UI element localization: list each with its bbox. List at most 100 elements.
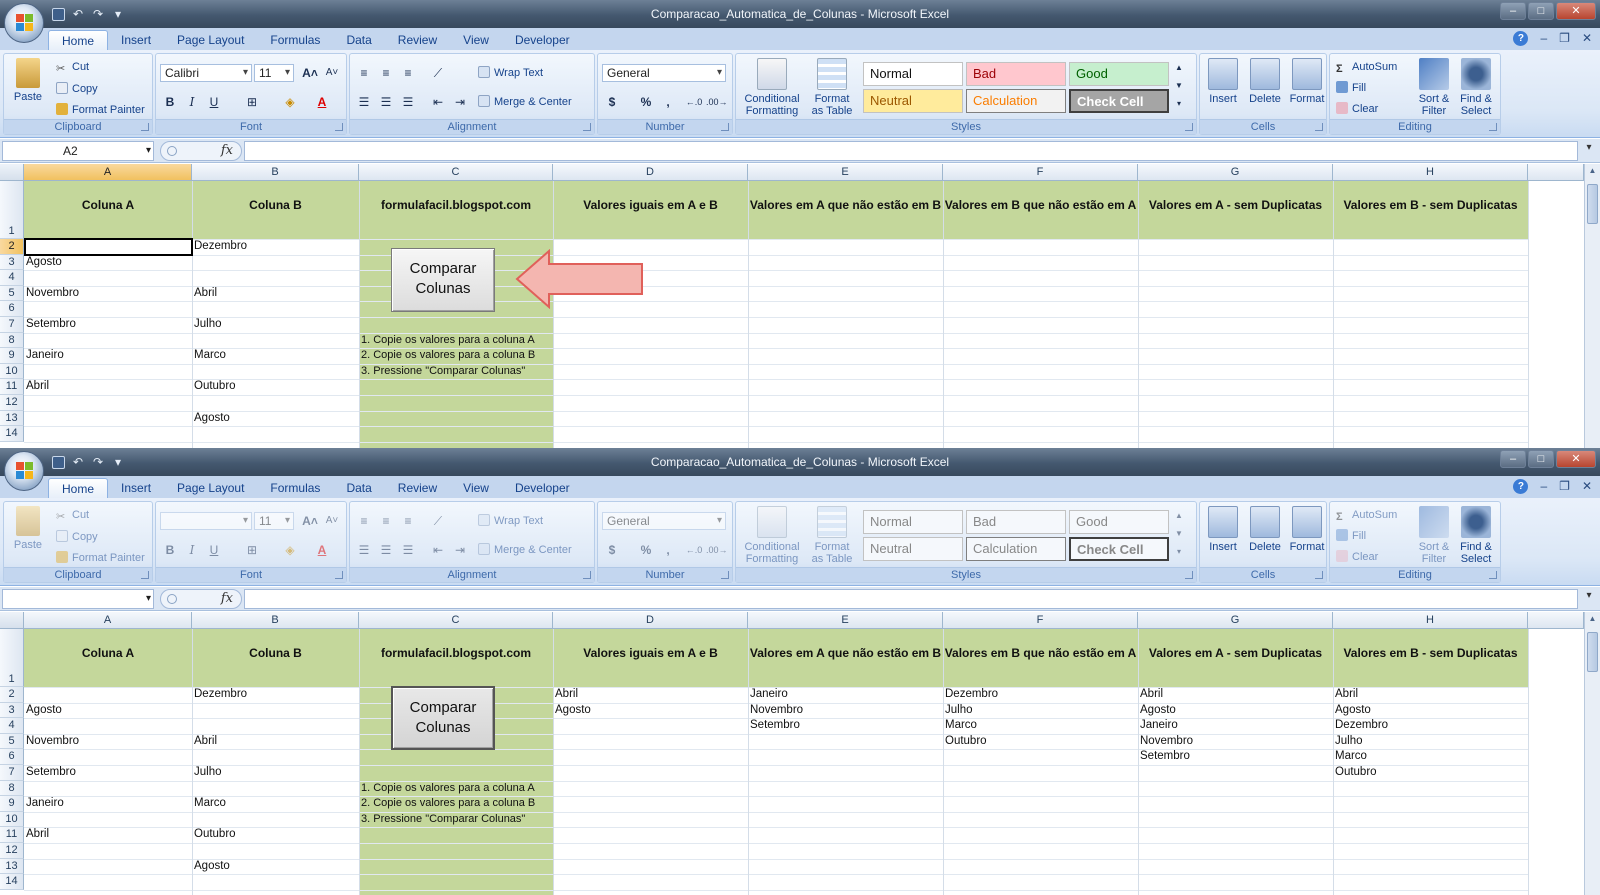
cell-h6[interactable]: Marco [1333, 749, 1528, 765]
column-header-b[interactable]: B [192, 612, 359, 629]
row-header-11[interactable]: 11 [0, 827, 24, 843]
ribbon-restore-icon[interactable]: ❐ [1559, 31, 1570, 46]
align-middle-icon[interactable]: ≡ [376, 63, 396, 83]
cell-b7[interactable]: Julho [192, 765, 359, 781]
tab-home[interactable]: Home [48, 30, 109, 50]
font-group-launcher-icon[interactable] [335, 571, 343, 579]
cell-b9[interactable]: Marco [192, 796, 359, 812]
row-header-2[interactable]: 2 [0, 239, 24, 255]
font-group-launcher-icon[interactable] [335, 123, 343, 131]
number-format-select[interactable]: General [602, 512, 726, 530]
styles-scroll-up-icon[interactable]: ▲ [1172, 58, 1186, 78]
fill-color-icon[interactable]: ◈ [280, 92, 300, 112]
column-header-h[interactable]: H [1333, 612, 1528, 629]
cell-e3[interactable]: Novembro [748, 703, 943, 719]
row-header-8[interactable]: 8 [0, 332, 24, 349]
style-bad[interactable]: Bad [966, 62, 1066, 86]
cell-a3[interactable]: Agosto [24, 255, 192, 271]
formula-input[interactable] [244, 589, 1578, 609]
vertical-scrollbar[interactable]: ▲ [1584, 164, 1600, 448]
row-header-11[interactable]: 11 [0, 379, 24, 395]
expand-formula-icon[interactable]: ▾ [1581, 142, 1597, 160]
insert-button[interactable]: Insert [1204, 506, 1242, 553]
italic-icon[interactable]: I [182, 540, 202, 560]
cell-a9[interactable]: Janeiro [24, 348, 192, 364]
wrap-text-button[interactable]: Wrap Text [478, 512, 543, 530]
insert-button[interactable]: Insert [1204, 58, 1242, 105]
styles-scroll-down-icon[interactable]: ▼ [1172, 76, 1186, 96]
tab-view[interactable]: View [450, 478, 502, 498]
sort-filter-button[interactable]: Sort & Filter [1414, 58, 1454, 117]
column-header-g[interactable]: G [1138, 612, 1333, 629]
help-icon[interactable]: ? [1513, 479, 1529, 494]
underline-icon[interactable]: U [204, 92, 224, 112]
office-button[interactable] [4, 451, 44, 491]
bold-icon[interactable]: B [160, 92, 180, 112]
orientation-icon[interactable]: ⟋ [428, 511, 448, 531]
help-icon[interactable]: ? [1513, 31, 1529, 46]
row-header-3[interactable]: 3 [0, 254, 24, 271]
copy-button[interactable]: Copy [56, 80, 98, 98]
increase-indent-icon[interactable]: ⇥ [450, 540, 470, 560]
bold-icon[interactable]: B [160, 540, 180, 560]
style-neutral[interactable]: Neutral [863, 89, 963, 113]
font-color-icon[interactable]: A [312, 92, 332, 112]
row-header-9[interactable]: 9 [0, 348, 24, 364]
cell-h2[interactable]: Abril [1333, 687, 1528, 703]
row-header-5[interactable]: 5 [0, 733, 24, 750]
cell-b7[interactable]: Julho [192, 317, 359, 333]
styles-more-icon[interactable]: ▾ [1172, 542, 1186, 562]
align-center-icon[interactable]: ☰ [376, 540, 396, 560]
row-header-5[interactable]: 5 [0, 285, 24, 302]
row-header-4[interactable]: 4 [0, 718, 24, 734]
row-header-7[interactable]: 7 [0, 317, 24, 333]
autosum-button[interactable]: Σ AutoSum [1336, 58, 1397, 76]
currency-icon[interactable]: $ [602, 540, 622, 560]
cell-h5[interactable]: Julho [1333, 734, 1528, 750]
style-normal[interactable]: Normal [863, 62, 963, 86]
cell-b2[interactable]: Dezembro [192, 239, 359, 255]
format-painter-button[interactable]: Format Painter [56, 101, 145, 119]
column-header-e[interactable]: E [748, 612, 943, 629]
comparar-colunas-button[interactable]: Comparar Colunas [391, 248, 495, 312]
ribbon-close-icon[interactable]: ✕ [1582, 479, 1592, 494]
editing-group-launcher-icon[interactable] [1489, 571, 1497, 579]
number-group-launcher-icon[interactable] [721, 571, 729, 579]
align-right-icon[interactable]: ☰ [398, 92, 418, 112]
fill-button[interactable]: Fill [1336, 79, 1366, 97]
cell-a11[interactable]: Abril [24, 379, 192, 395]
format-as-table-button[interactable]: Format as Table [806, 58, 858, 117]
comma-icon[interactable]: , [658, 92, 678, 112]
style-bad[interactable]: Bad [966, 510, 1066, 534]
column-header-c[interactable]: C [359, 612, 553, 629]
borders-icon[interactable]: ⊞ [242, 92, 262, 112]
row-header-12[interactable]: 12 [0, 395, 24, 411]
row-header-12[interactable]: 12 [0, 843, 24, 859]
row-header-6[interactable]: 6 [0, 749, 24, 765]
style-normal[interactable]: Normal [863, 510, 963, 534]
column-header-e[interactable]: E [748, 164, 943, 181]
align-center-icon[interactable]: ☰ [376, 92, 396, 112]
row-header-14[interactable]: 14 [0, 874, 24, 890]
cell-f4[interactable]: Marco [943, 718, 1138, 734]
cell-a7[interactable]: Setembro [24, 765, 192, 781]
row-header-3[interactable]: 3 [0, 702, 24, 719]
clipboard-group-launcher-icon[interactable] [141, 123, 149, 131]
column-header-h[interactable]: H [1333, 164, 1528, 181]
cell-b13[interactable]: Agosto [192, 859, 359, 875]
align-bottom-icon[interactable]: ≡ [398, 511, 418, 531]
tab-review[interactable]: Review [385, 30, 450, 50]
font-size-select[interactable]: 11 [254, 512, 294, 530]
cell-a5[interactable]: Novembro [24, 286, 192, 302]
row-header-6[interactable]: 6 [0, 301, 24, 317]
cell-a5[interactable]: Novembro [24, 734, 192, 750]
delete-button[interactable]: Delete [1246, 506, 1284, 553]
autosum-button[interactable]: Σ AutoSum [1336, 506, 1397, 524]
active-cell-a2[interactable] [24, 238, 193, 256]
clear-button[interactable]: Clear [1336, 548, 1378, 566]
number-group-launcher-icon[interactable] [721, 123, 729, 131]
worksheet-grid[interactable]: A B C D E F G H 1 2 3 4 5 6 7 8 9 10 11 12 13 14 Coluna A Colun… [0, 164, 1600, 448]
comparar-colunas-button[interactable]: Comparar Colunas [391, 686, 495, 750]
styles-scroll-up-icon[interactable]: ▲ [1172, 506, 1186, 526]
cut-button[interactable]: ✂ Cut [56, 58, 89, 76]
